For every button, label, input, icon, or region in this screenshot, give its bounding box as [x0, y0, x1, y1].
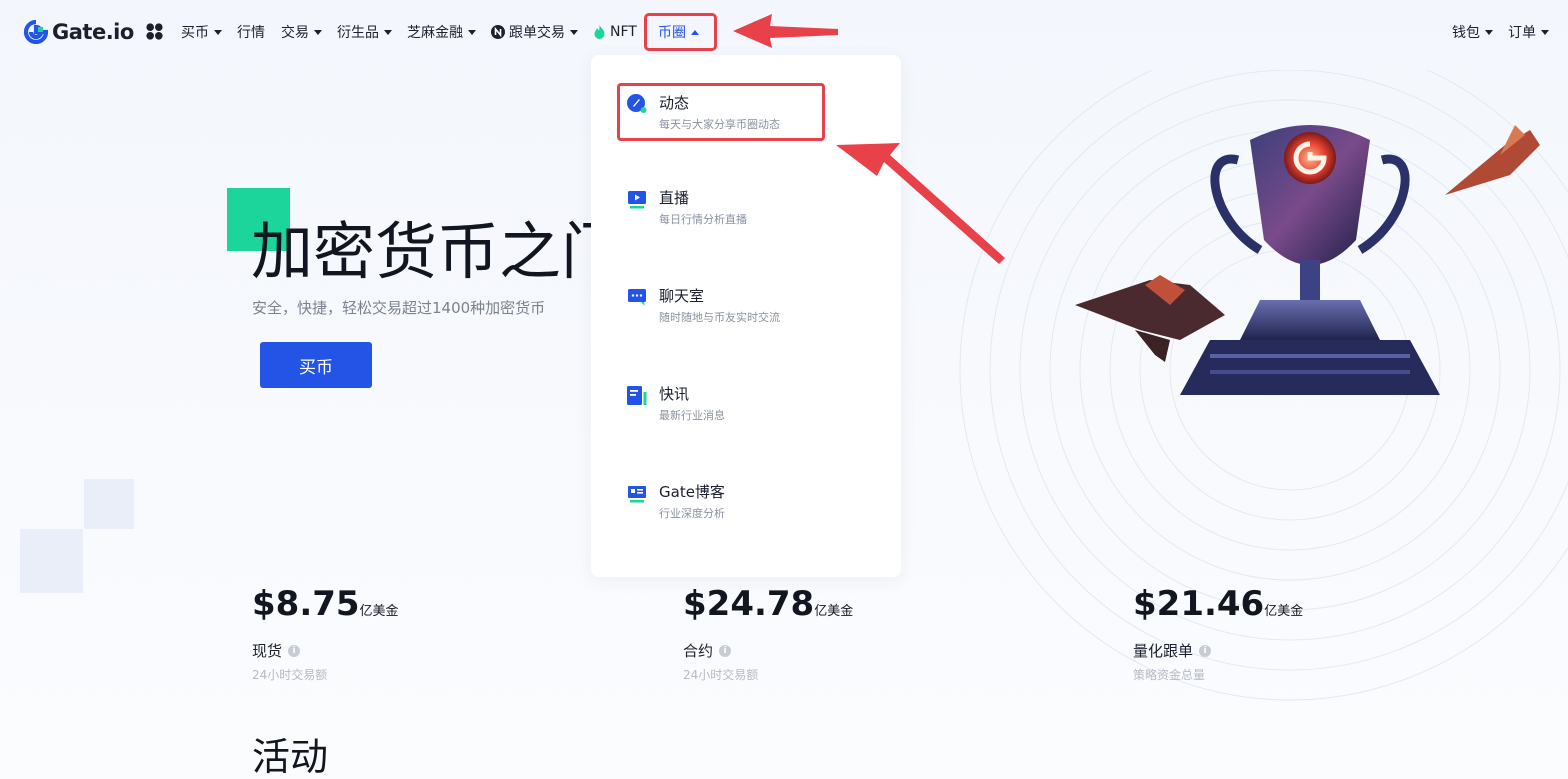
stat-label: 合约 i: [683, 640, 732, 661]
blog-icon: [628, 486, 646, 503]
caret-down-icon: [384, 29, 392, 35]
stat-sublabel: 24小时交易额: [683, 668, 759, 682]
stat-label: 现货 i: [252, 640, 301, 661]
caret-down-icon: [314, 29, 322, 35]
hero-title: 加密货币之门: [251, 215, 591, 288]
activities-heading: 活动: [252, 735, 329, 779]
dropdown-item-live[interactable]: 直播 每日行情分析直播: [627, 187, 867, 231]
nav-wallet[interactable]: 钱包: [1452, 22, 1493, 42]
stat-label: 量化跟单 i: [1133, 640, 1212, 661]
decor-square: [20, 529, 83, 593]
apps-grid-icon[interactable]: [146, 23, 163, 40]
live-icon: [628, 191, 646, 209]
dropdown-item-subtitle: 每日行情分析直播: [659, 213, 747, 226]
hero-buy-button[interactable]: 买币: [260, 342, 372, 388]
logo-text: Gate.io: [52, 20, 134, 44]
copy-trade-icon: [491, 25, 505, 39]
nav-orders[interactable]: 订单: [1508, 22, 1549, 42]
stat-spot: $8.75亿美金 现货 i 24小时交易额: [252, 584, 399, 682]
top-nav: Gate.io 买币 行情 交易 衍生品 芝麻金融 跟单交易 NFT 币圈 钱包…: [0, 0, 1568, 62]
logo[interactable]: Gate.io: [24, 18, 134, 46]
stat-value: $21.46亿美金: [1133, 584, 1304, 624]
dropdown-item-blog[interactable]: Gate博客 行业深度分析: [627, 481, 867, 525]
caret-down-icon: [214, 29, 222, 35]
dropdown-item-title: 快讯: [659, 385, 690, 403]
trophy-illustration: [1075, 125, 1540, 395]
nav-derivatives[interactable]: 衍生品: [337, 22, 392, 42]
nav-buy[interactable]: 买币: [181, 22, 222, 42]
dropdown-item-subtitle: 行业深度分析: [659, 507, 725, 520]
nav-nft[interactable]: NFT: [594, 22, 637, 42]
info-icon[interactable]: i: [719, 644, 732, 657]
stat-sublabel: 24小时交易额: [252, 668, 328, 682]
dropdown-item-subtitle: 随时随地与币友实时交流: [659, 311, 780, 324]
info-icon[interactable]: i: [288, 644, 301, 657]
caret-down-icon: [570, 29, 578, 35]
gate-logo-icon: [24, 20, 48, 44]
flame-icon: [594, 25, 605, 39]
nav-circle-highlight-box: [644, 13, 717, 51]
stat-value: $24.78亿美金: [683, 584, 854, 624]
dynamics-highlight-box: [617, 83, 825, 141]
stat-futures: $24.78亿美金 合约 i 24小时交易额: [683, 584, 854, 682]
chat-icon: [628, 289, 646, 306]
dropdown-item-title: 聊天室: [659, 287, 705, 305]
nav-trade[interactable]: 交易: [281, 22, 322, 42]
caret-down-icon: [1485, 29, 1493, 35]
hero-subtitle: 安全，快捷，轻松交易超过1400种加密货币: [252, 299, 546, 317]
info-icon[interactable]: i: [1199, 644, 1212, 657]
dropdown-item-flash-news[interactable]: 快讯 最新行业消息: [627, 383, 867, 427]
nav-copy-trading[interactable]: 跟单交易: [491, 22, 578, 42]
stat-sublabel: 策略资金总量: [1133, 668, 1206, 682]
dropdown-item-title: 直播: [659, 189, 690, 207]
decor-square: [84, 479, 134, 529]
dropdown-item-title: Gate博客: [659, 483, 725, 501]
dropdown-item-subtitle: 最新行业消息: [659, 409, 725, 422]
stat-value: $8.75亿美金: [252, 584, 399, 624]
news-icon: [627, 386, 647, 405]
dropdown-item-chatroom[interactable]: 聊天室 随时随地与币友实时交流: [627, 285, 867, 329]
stat-quant: $21.46亿美金 量化跟单 i 策略资金总量: [1133, 584, 1304, 682]
caret-down-icon: [1541, 29, 1549, 35]
caret-down-icon: [468, 29, 476, 35]
nav-market[interactable]: 行情: [237, 22, 265, 42]
nav-finance[interactable]: 芝麻金融: [407, 22, 476, 42]
